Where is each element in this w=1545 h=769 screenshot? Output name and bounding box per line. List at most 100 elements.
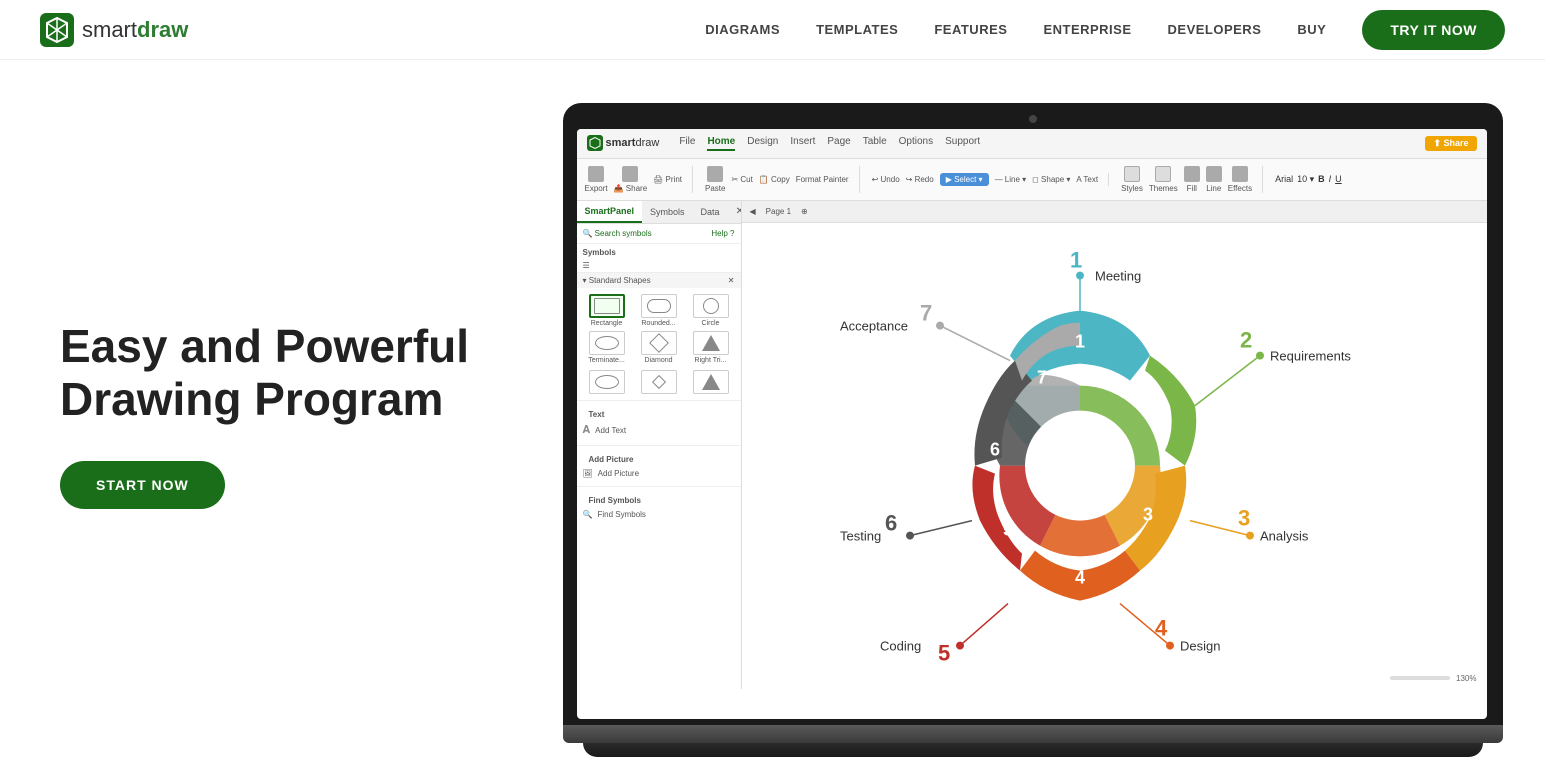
logo-text: smartdraw xyxy=(82,17,188,43)
app-menu: File Home Design Insert Page Table Optio… xyxy=(679,136,980,151)
shapes-header-label: ▾ Standard Shapes xyxy=(583,276,651,285)
shape-terminate[interactable]: Terminate... xyxy=(583,331,631,364)
sidebar-tab-smartpanel[interactable]: SmartPanel xyxy=(577,201,643,223)
toolbar-group-actions: ↩ Undo ↪ Redo ▶ Select ▾ — Line ▾ ◻ Shap… xyxy=(872,173,1109,186)
sidebar-close[interactable]: ✕ xyxy=(728,201,742,222)
add-picture-icon: 🖼 xyxy=(583,469,593,478)
shape-rounded[interactable]: Rounded... xyxy=(635,294,683,327)
toolbar-effects[interactable]: Effects xyxy=(1228,166,1252,193)
sidebar-tabs: SmartPanel Symbols Data ✕ xyxy=(577,201,741,224)
symbols-section-title: Symbols xyxy=(577,244,741,259)
toolbar-fill[interactable]: Fill xyxy=(1184,166,1200,193)
add-text-icon: 𝐀 xyxy=(583,424,591,437)
find-symbols-title: Find Symbols xyxy=(583,492,735,507)
start-now-button[interactable]: START NOW xyxy=(60,461,225,509)
toolbar-select[interactable]: ▶ Select ▾ xyxy=(940,173,989,186)
svg-text:Coding: Coding xyxy=(880,638,921,653)
font-name[interactable]: Arial xyxy=(1275,174,1293,184)
hero-title: Easy and Powerful Drawing Program xyxy=(60,320,520,426)
zoom-bar[interactable] xyxy=(1390,676,1450,680)
toolbar-redo[interactable]: ↪ Redo xyxy=(906,175,934,184)
laptop-screen: smartdraw File Home Design Insert Page T… xyxy=(577,129,1487,719)
toolbar-shape[interactable]: ◻ Shape ▾ xyxy=(1032,175,1070,184)
find-symbols-row[interactable]: 🔍 Find Symbols xyxy=(583,507,735,522)
toolbar-cut[interactable]: ✂ Cut xyxy=(731,175,752,184)
toolbar-export[interactable]: Export xyxy=(585,166,608,193)
nav-developers[interactable]: DEVELOPERS xyxy=(1168,22,1262,37)
toolbar-themes[interactable]: Themes xyxy=(1149,166,1178,193)
symbols-header: ☰ xyxy=(577,259,741,273)
font-bold[interactable]: B xyxy=(1318,174,1325,184)
add-picture-row[interactable]: 🖼 Add Picture xyxy=(583,466,735,481)
shape-rectangle[interactable]: Rectangle xyxy=(583,294,631,327)
canvas-nav-left[interactable]: ◀ xyxy=(750,207,756,216)
header: smartdraw DIAGRAMS TEMPLATES FEATURES EN… xyxy=(0,0,1545,60)
app-toolbar: Export 📤 Share 🖨 Print xyxy=(577,159,1487,201)
svg-text:6: 6 xyxy=(885,510,897,535)
shape-extra1[interactable] xyxy=(583,370,631,394)
add-text-label: Add Text xyxy=(595,426,626,435)
app-menu-table[interactable]: Table xyxy=(863,136,887,151)
svg-text:2: 2 xyxy=(1240,327,1252,352)
help-link[interactable]: Help ? xyxy=(711,229,734,238)
svg-text:7: 7 xyxy=(1037,367,1047,387)
zoom-level: 130% xyxy=(1456,674,1476,683)
laptop-foot xyxy=(583,743,1483,757)
nav-templates[interactable]: TEMPLATES xyxy=(816,22,898,37)
shape-extra2[interactable] xyxy=(635,370,683,394)
canvas-add-page[interactable]: ⊕ xyxy=(801,207,808,216)
app-menu-options[interactable]: Options xyxy=(899,136,933,151)
svg-text:Testing: Testing xyxy=(840,528,881,543)
toolbar-group-style: Styles Themes Fill xyxy=(1121,166,1263,193)
add-text-row[interactable]: 𝐀 Add Text xyxy=(583,421,735,440)
app-menu-insert[interactable]: Insert xyxy=(790,136,815,151)
svg-text:1: 1 xyxy=(1070,247,1082,272)
picture-section: Add Picture 🖼 Add Picture xyxy=(577,445,741,486)
svg-text:4: 4 xyxy=(1155,615,1168,640)
toolbar-share[interactable]: 📤 Share xyxy=(614,166,648,193)
svg-text:1: 1 xyxy=(1075,331,1085,351)
font-underline[interactable]: U xyxy=(1335,174,1342,184)
app-menu-file[interactable]: File xyxy=(679,136,695,151)
app-body: SmartPanel Symbols Data ✕ 🔍 Search symbo… xyxy=(577,201,1487,689)
nav-diagrams[interactable]: DIAGRAMS xyxy=(705,22,780,37)
search-symbols-link[interactable]: 🔍 Search symbols xyxy=(583,229,652,238)
toolbar-paste[interactable]: Paste xyxy=(705,166,725,193)
toolbar-print[interactable]: 🖨 Print xyxy=(653,175,682,184)
picture-section-title: Add Picture xyxy=(583,451,735,466)
nav-enterprise[interactable]: ENTERPRISE xyxy=(1043,22,1131,37)
toolbar-group-export: Export 📤 Share 🖨 Print xyxy=(585,166,693,193)
toolbar-styles[interactable]: Styles xyxy=(1121,166,1143,193)
app-menu-support[interactable]: Support xyxy=(945,136,980,151)
shapes-close[interactable]: ✕ xyxy=(728,276,735,285)
shape-extra3[interactable] xyxy=(687,370,735,394)
app-menu-home[interactable]: Home xyxy=(707,136,735,151)
font-italic[interactable]: I xyxy=(1329,174,1332,184)
logo[interactable]: smartdraw xyxy=(40,13,188,47)
toolbar-line[interactable]: — Line ▾ xyxy=(995,175,1027,184)
shape-triangle[interactable]: Right Tri... xyxy=(687,331,735,364)
shape-circle[interactable]: Circle xyxy=(687,294,735,327)
toolbar-format-painter[interactable]: Format Painter xyxy=(796,175,849,184)
app-share-button[interactable]: ⬆ Share xyxy=(1425,136,1476,151)
toolbar-copy[interactable]: 📋 Copy xyxy=(759,175,790,184)
shape-diamond[interactable]: Diamond xyxy=(635,331,683,364)
svg-text:5: 5 xyxy=(938,640,950,665)
app-logo: smartdraw xyxy=(587,135,660,151)
font-size[interactable]: 10 ▾ xyxy=(1297,174,1314,185)
find-symbols-label: Find Symbols xyxy=(597,510,645,519)
toolbar-text[interactable]: A Text xyxy=(1076,175,1098,184)
app-menu-page[interactable]: Page xyxy=(827,136,850,151)
nav-features[interactable]: FEATURES xyxy=(934,22,1007,37)
nav-buy[interactable]: BUY xyxy=(1297,22,1326,37)
sidebar-tab-symbols[interactable]: Symbols xyxy=(642,202,693,222)
toolbar-undo[interactable]: ↩ Undo xyxy=(872,175,900,184)
sidebar-search: 🔍 Search symbols Help ? xyxy=(577,224,741,244)
sidebar-tab-data[interactable]: Data xyxy=(693,202,728,222)
try-it-now-button[interactable]: TRY IT NOW xyxy=(1362,10,1505,50)
toolbar-group-clipboard: Paste ✂ Cut 📋 Copy Format Painter xyxy=(705,166,860,193)
app-menu-design[interactable]: Design xyxy=(747,136,778,151)
toolbar-line-style[interactable]: Line xyxy=(1206,166,1222,193)
svg-text:Design: Design xyxy=(1180,638,1220,653)
add-picture-label: Add Picture xyxy=(598,469,639,478)
